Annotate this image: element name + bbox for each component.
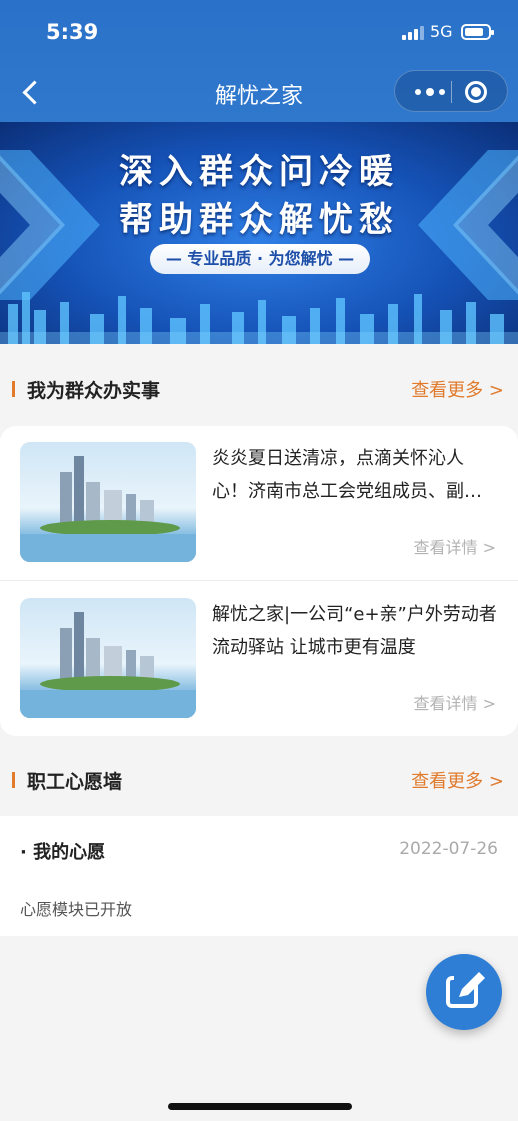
top-bar: 5:39 5G 解忧之家 bbox=[0, 0, 518, 122]
more-dots-icon[interactable] bbox=[409, 71, 449, 113]
signal-icon bbox=[402, 26, 424, 40]
navigation-bar: 解忧之家 bbox=[0, 64, 518, 120]
edit-icon bbox=[446, 972, 485, 1008]
banner-headline-1: 深入群众问冷暖 bbox=[119, 152, 399, 192]
section-title: 职工心愿墙 bbox=[27, 771, 123, 793]
edit-button[interactable] bbox=[426, 954, 502, 1030]
news-list: 炎炎夏日送清凉，点滴关怀沁人心！济南市总工会党组成员、副主席…… 查看详情 > … bbox=[0, 426, 518, 736]
status-bar: 5:39 5G bbox=[0, 0, 518, 64]
wish-date: 2022-07-26 bbox=[399, 839, 498, 859]
section-title: 我为群众办实事 bbox=[27, 380, 161, 402]
view-detail-link[interactable]: 查看详情 > bbox=[414, 690, 497, 714]
list-item[interactable]: 解忧之家|一公司“e+亲”户外劳动者流动驿站 让城市更有温度 查看详情 > bbox=[0, 582, 518, 736]
wish-item[interactable]: · 我的心愿 2022-07-26 心愿模块已开放 bbox=[0, 816, 518, 936]
list-item[interactable]: 炎炎夏日送清凉，点滴关怀沁人心！济南市总工会党组成员、副主席…… 查看详情 > bbox=[0, 426, 518, 581]
view-more-link[interactable]: 查看更多 > bbox=[411, 376, 504, 402]
target-icon[interactable] bbox=[465, 81, 487, 103]
city-skyline-illustration bbox=[0, 292, 518, 344]
wish-label: · 我的心愿 bbox=[20, 842, 106, 863]
section-accent-bar bbox=[12, 381, 15, 397]
status-time: 5:39 bbox=[46, 20, 99, 44]
mini-program-capsule bbox=[394, 70, 508, 112]
capsule-divider bbox=[451, 81, 452, 103]
section-accent-bar bbox=[12, 772, 15, 788]
home-indicator bbox=[168, 1103, 352, 1110]
list-divider bbox=[0, 580, 518, 581]
news-thumbnail bbox=[20, 598, 196, 718]
wish-description: 心愿模块已开放 bbox=[20, 900, 133, 919]
view-more-link[interactable]: 查看更多 > bbox=[411, 767, 504, 793]
banner[interactable]: 深入群众问冷暖 帮助群众解忧愁 — 专业品质 · 为您解忧 — bbox=[0, 122, 518, 344]
news-title: 解忧之家|一公司“e+亲”户外劳动者流动驿站 让城市更有温度 bbox=[212, 604, 497, 658]
news-title: 炎炎夏日送清凉，点滴关怀沁人心！济南市总工会党组成员、副主席…… bbox=[212, 448, 482, 502]
network-label: 5G bbox=[430, 22, 453, 41]
banner-slogan: — 专业品质 · 为您解忧 — bbox=[150, 244, 370, 274]
section-header-service: 我为群众办实事 查看更多 > bbox=[0, 364, 518, 414]
section-header-wish: 职工心愿墙 查看更多 > bbox=[0, 755, 518, 805]
view-detail-link[interactable]: 查看详情 > bbox=[414, 534, 497, 558]
banner-headline-2: 帮助群众解忧愁 bbox=[119, 200, 399, 240]
battery-icon bbox=[461, 24, 494, 40]
news-thumbnail bbox=[20, 442, 196, 562]
